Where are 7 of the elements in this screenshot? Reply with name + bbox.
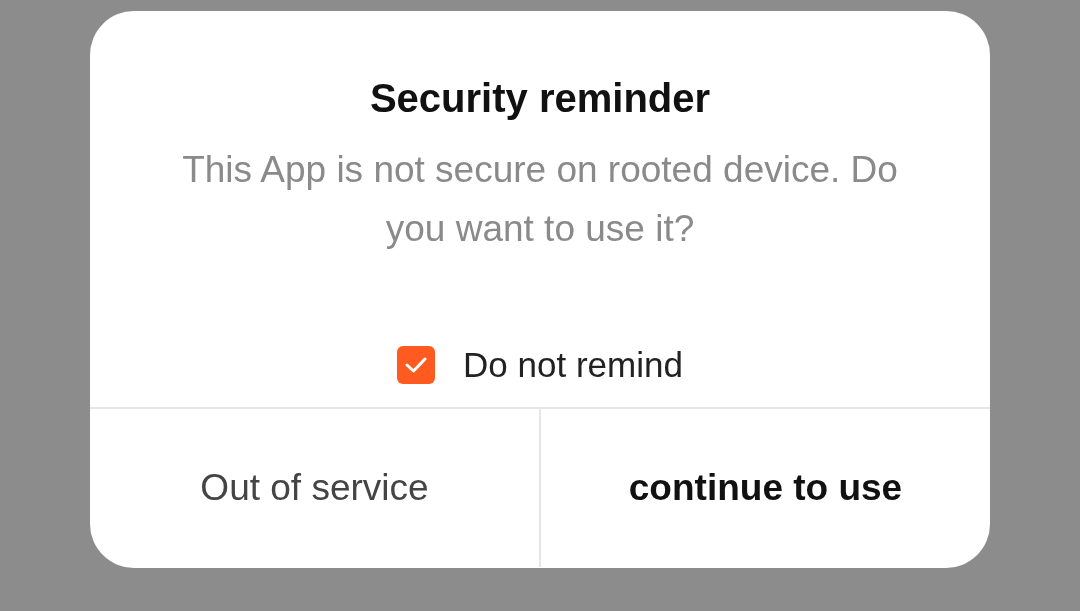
continue-button[interactable]: continue to use <box>539 409 990 567</box>
checkbox[interactable] <box>397 346 436 384</box>
checkbox-label: Do not remind <box>463 344 683 386</box>
dialog-message: This App is not secure on rooted device. Do you want to use it? <box>181 148 899 251</box>
dialog-title: Security reminder <box>369 75 711 122</box>
check-icon <box>405 357 428 373</box>
cancel-button[interactable]: Out of service <box>90 409 539 567</box>
